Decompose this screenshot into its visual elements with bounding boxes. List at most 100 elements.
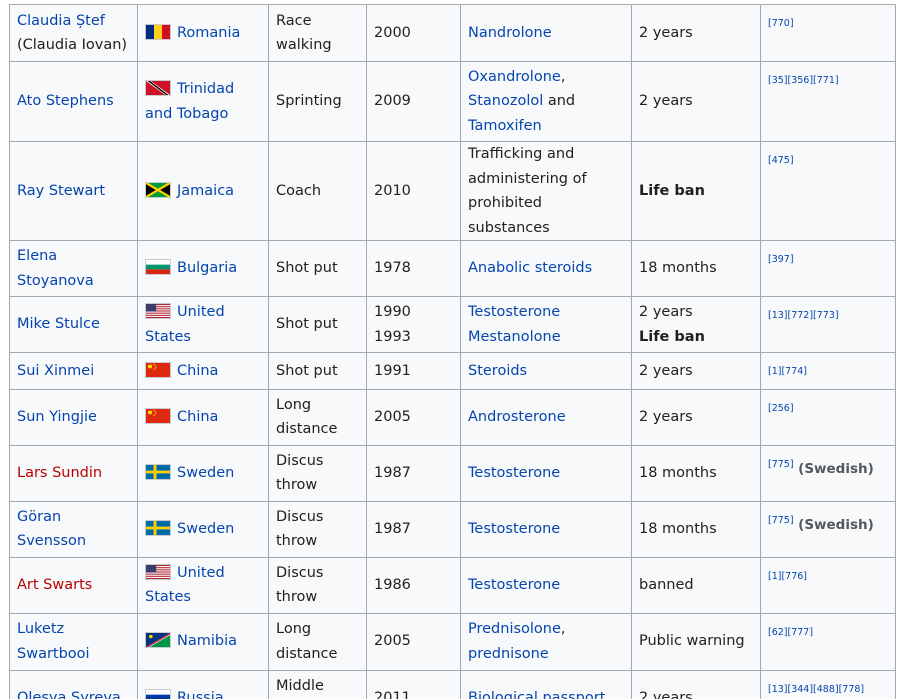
country-link[interactable]: Sweden — [177, 521, 234, 537]
substance-link[interactable]: Stanozolol — [468, 93, 543, 109]
substance-link[interactable]: Prednisolone — [468, 621, 561, 637]
year-value: 2005 — [374, 633, 411, 650]
sanction-value-2: Life ban — [639, 328, 705, 345]
country-link[interactable]: China — [177, 409, 218, 425]
substance-text: , — [560, 621, 566, 637]
athlete-link[interactable]: Sui Xinmei — [17, 363, 94, 379]
substance-link[interactable]: Testosterone — [468, 577, 560, 593]
country-cell: Sweden — [137, 500, 269, 558]
reference-link[interactable]: [475] — [768, 155, 794, 166]
substance-link[interactable]: Oxandrolone — [468, 69, 561, 85]
substance-link[interactable]: Nandrolone — [468, 25, 552, 41]
doping-cases-table: Claudia Ștef (Claudia Iovan) Romania Race w… — [9, 4, 896, 699]
doping-table-page: Claudia Ștef (Claudia Iovan) Romania Race w… — [0, 0, 899, 699]
table-row: Sun Yingjie China Long distance 2005 Androst… — [9, 388, 896, 446]
year-cell: 1987 — [366, 500, 461, 558]
athlete-link[interactable]: Mike Stulce — [17, 316, 100, 332]
references-cell: [62][777] — [760, 612, 896, 671]
country-link[interactable]: Namibia — [177, 633, 237, 649]
athlete-link[interactable]: Luketz Swartbooi — [17, 621, 90, 662]
event-cell: Shot put — [268, 296, 367, 353]
sanction-value: Public warning — [639, 633, 745, 650]
country-link[interactable]: Bulgaria — [177, 260, 237, 276]
substance-link[interactable]: Mestanolone — [468, 329, 561, 345]
reference-link[interactable]: [1][774] — [768, 366, 807, 377]
substance-cell: Nandrolone — [460, 4, 632, 62]
country-cell: China — [137, 352, 269, 390]
country-link[interactable]: Russia — [177, 690, 224, 699]
country-link[interactable]: Jamaica — [177, 183, 234, 199]
sanction-cell: 18 months — [631, 444, 761, 502]
reference-link[interactable]: [62][777] — [768, 627, 813, 638]
namibia-flag-icon — [145, 632, 171, 649]
sweden-flag-icon — [145, 519, 171, 536]
year-value: 2010 — [374, 182, 411, 199]
event-cell: Discus throw — [268, 444, 367, 502]
athlete-link[interactable]: Lars Sundin — [17, 465, 102, 481]
athlete-link[interactable]: Olesya Syreva — [17, 690, 121, 699]
substance-link[interactable]: Androsterone — [468, 409, 566, 425]
references-cell: [1][776] — [760, 556, 896, 614]
athlete-link[interactable]: Claudia Ștef — [17, 13, 105, 29]
substance-text: , — [560, 68, 566, 85]
year-value: 1991 — [374, 362, 411, 379]
country-link[interactable]: Romania — [177, 25, 240, 41]
year-cell: 1990 1993 — [366, 296, 461, 353]
athlete-cell: Sun Yingjie — [9, 388, 138, 446]
athlete-link[interactable]: Art Swarts — [17, 577, 92, 593]
substance-cell: Prednisolone, prednisone — [460, 612, 632, 671]
substance-link[interactable]: Tamoxifen — [468, 118, 542, 134]
athlete-link[interactable]: Göran Svensson — [17, 509, 86, 550]
table-row: Elena Stoyanova Bulgaria Shot put 1978 Anabo… — [9, 240, 896, 297]
event-cell: Coach — [268, 141, 367, 241]
substance-link[interactable]: prednisone — [468, 646, 549, 662]
athlete-link[interactable]: Ray Stewart — [17, 183, 105, 199]
sanction-value: banned — [639, 576, 694, 593]
sanction-cell: 2 years — [631, 352, 761, 390]
sanction-cell: 18 months — [631, 500, 761, 558]
reference-link[interactable]: [775] — [768, 515, 794, 526]
romania-flag-icon — [145, 23, 171, 40]
sanction-value: 2 years — [639, 93, 693, 110]
table-row: Luketz Swartbooi Namibia Long distance 2005… — [9, 612, 896, 671]
substance-link[interactable]: Steroids — [468, 363, 527, 379]
references-cell: [775] (Swedish) — [760, 500, 896, 558]
event-cell: Middle distance — [268, 669, 367, 699]
event-cell: Sprinting — [268, 61, 367, 142]
reference-link[interactable]: [397] — [768, 254, 794, 265]
country-link[interactable]: China — [177, 363, 218, 379]
substance-cell: Biological passport — [460, 669, 632, 699]
reference-link[interactable]: [13][344][488][778] — [768, 684, 864, 695]
event-cell: Race walking — [268, 4, 367, 62]
country-link[interactable]: Sweden — [177, 465, 234, 481]
year-cell: 2000 — [366, 4, 461, 62]
athlete-link[interactable]: Ato Stephens — [17, 93, 114, 109]
references-cell: [1][774] — [760, 352, 896, 390]
sanction-value: 18 months — [639, 260, 717, 277]
substance-link[interactable]: Biological passport — [468, 690, 605, 699]
substance-link[interactable]: Anabolic steroids — [468, 260, 592, 276]
year-cell: 2011 — [366, 669, 461, 699]
reference-link[interactable]: [775] — [768, 459, 794, 470]
references-cell: [770] — [760, 4, 896, 62]
table-row: Göran Svensson Sweden Discus throw 1987 Test… — [9, 500, 896, 558]
athlete-link[interactable]: Elena Stoyanova — [17, 248, 94, 289]
year-value: 1987 — [374, 464, 411, 481]
substance-cell: Testosterone — [460, 444, 632, 502]
sanction-cell: Public warning — [631, 612, 761, 671]
references-cell: [397] — [760, 240, 896, 297]
athlete-link[interactable]: Sun Yingjie — [17, 409, 97, 425]
reference-link[interactable]: [770] — [768, 18, 794, 29]
sanction-cell: banned — [631, 556, 761, 614]
substance-cell: Androsterone — [460, 388, 632, 446]
year-value: 2009 — [374, 93, 411, 110]
reference-link[interactable]: [1][776] — [768, 571, 807, 582]
references-cell: [35][356][771] — [760, 61, 896, 142]
substance-link[interactable]: Testosterone — [468, 465, 560, 481]
reference-link[interactable]: [35][356][771] — [768, 75, 839, 86]
table-row: Ray Stewart Jamaica Coach 2010 Trafficking a… — [9, 141, 896, 241]
substance-link[interactable]: Testosterone — [468, 521, 560, 537]
reference-link[interactable]: [256] — [768, 403, 794, 414]
reference-link[interactable]: [13][772][773] — [768, 310, 839, 321]
substance-link[interactable]: Testosterone — [468, 304, 560, 320]
